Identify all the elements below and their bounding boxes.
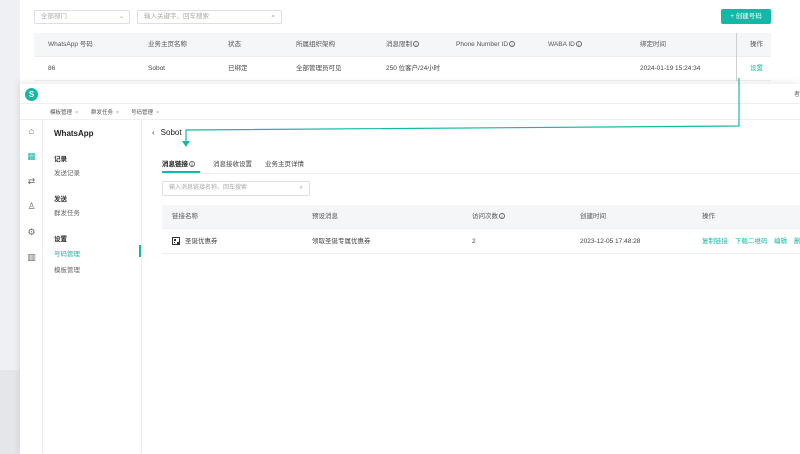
tab-template-mgmt[interactable]: 模板管理 × xyxy=(50,108,78,116)
number-search-input[interactable]: 输入关键字、回车搜索 ⌕ xyxy=(137,10,282,24)
column-header-text: Phone Number ID xyxy=(456,41,509,48)
column-header: 绑定时间 xyxy=(640,41,666,48)
column-header: 预设消息 xyxy=(312,213,338,220)
app-logo: S xyxy=(25,88,38,101)
delete-action[interactable]: 删 xyxy=(794,229,800,254)
close-icon[interactable]: × xyxy=(156,110,159,116)
cell-link-name: 圣诞优惠券 xyxy=(172,229,218,254)
download-qr-action[interactable]: 下载二维码 xyxy=(735,229,768,254)
department-select-value: 全部部门 xyxy=(41,13,67,20)
cell-limit: 250 位客户/24小时 xyxy=(386,65,441,72)
operation-column-highlight xyxy=(736,33,771,81)
cell-created: 2023-12-05 17:48:28 xyxy=(580,238,641,245)
column-header: 状态 xyxy=(228,41,241,48)
link-name-text: 圣诞优惠券 xyxy=(185,238,218,245)
subnav-title: WhatsApp xyxy=(54,129,94,138)
subnav-group-record: 记录 xyxy=(54,156,67,163)
edit-action[interactable]: 编辑 xyxy=(774,229,787,254)
breadcrumb: ‹ Sobot xyxy=(152,128,182,137)
column-header: 访问次数 i xyxy=(472,205,505,229)
search-placeholder: 输入消息链接名称、回车搜索 xyxy=(169,185,248,191)
link-search-input[interactable]: 输入消息链接名称、回车搜索 ⌕ xyxy=(162,181,310,196)
department-select[interactable]: 全部部门 ⌄ xyxy=(34,10,130,24)
subnav-group-settings: 设置 xyxy=(54,236,67,243)
top-bar: S 者 xyxy=(20,84,800,104)
cell-preset-message: 领取圣诞专属优惠券 xyxy=(312,238,371,245)
background-number-management: 全部部门 ⌄ 输入关键字、回车搜索 ⌕ + 创建号码 WhatsApp 号码 业… xyxy=(20,0,800,84)
column-header: 业务主页名称 xyxy=(148,41,187,48)
tab-message-receive-settings[interactable]: 消息接收设置 xyxy=(213,158,252,168)
numbers-table: WhatsApp 号码 业务主页名称 状态 所属组织架构 消息限制 i Phone… xyxy=(34,33,771,81)
tab-label: 群发任务 xyxy=(91,110,114,116)
cell-bind-time: 2024-01-19 15:24:34 xyxy=(640,65,701,72)
background-edge xyxy=(0,370,20,454)
cell-page-name: Sobot xyxy=(148,65,165,72)
column-header-text: WABA ID xyxy=(548,41,575,48)
column-header-text: 消息限制 xyxy=(386,41,412,48)
column-header-text: 访问次数 xyxy=(472,213,498,220)
column-header: 所属组织架构 xyxy=(296,41,335,48)
info-icon[interactable]: i xyxy=(499,213,505,220)
book-icon[interactable]: ▥ xyxy=(26,252,37,263)
column-header: 消息限制 i xyxy=(386,33,419,57)
column-header: WABA ID i xyxy=(548,33,582,57)
search-icon: ⌕ xyxy=(299,185,303,191)
home-icon[interactable]: ⌂ xyxy=(26,126,37,137)
close-icon[interactable]: × xyxy=(116,110,119,116)
active-indicator xyxy=(139,245,141,257)
tab-label: 模板管理 xyxy=(50,110,73,116)
tab-mass-task[interactable]: 群发任务 × xyxy=(91,108,119,116)
cell-visits: 2 xyxy=(472,238,476,245)
column-header: 创建时间 xyxy=(580,213,606,220)
transfer-icon[interactable]: ⇄ xyxy=(26,176,37,187)
sub-navigation: WhatsApp 记录 发送记录 发送 群发任务 设置 号码管理 模板管理 xyxy=(43,120,142,454)
column-header: 链接名称 xyxy=(172,213,198,220)
page-title: Sobot xyxy=(160,128,182,137)
subnav-item-mass-task[interactable]: 群发任务 xyxy=(54,207,80,217)
user-icon[interactable]: ♙ xyxy=(26,201,37,212)
subnav-item-template-mgmt[interactable]: 模板管理 xyxy=(54,264,80,274)
cell-status: 已绑定 xyxy=(228,65,248,72)
cell-org: 全部管理员可见 xyxy=(296,65,342,72)
column-header: Phone Number ID i xyxy=(456,33,516,57)
copy-link-action[interactable]: 复制链接 xyxy=(702,229,728,254)
subnav-item-send-record[interactable]: 发送记录 xyxy=(54,167,80,177)
table-header: 链接名称 预设消息 访问次数 i 创建时间 操作 xyxy=(162,205,800,229)
subnav-group-send: 发送 xyxy=(54,196,67,203)
cell-number: 86 xyxy=(48,65,56,72)
search-icon: ⌕ xyxy=(271,13,275,20)
message-links-table: 链接名称 预设消息 访问次数 i 创建时间 操作 圣诞优惠券 领取圣诞专属优惠券 … xyxy=(162,205,800,254)
close-icon[interactable]: × xyxy=(75,110,78,116)
subnav-item-number-mgmt[interactable]: 号码管理 xyxy=(54,248,80,258)
search-placeholder: 输入关键字、回车搜索 xyxy=(144,13,209,20)
column-header: 操作 xyxy=(702,213,715,220)
table-row: 圣诞优惠券 领取圣诞专属优惠券 2 2023-12-05 17:48:28 复制… xyxy=(162,229,800,254)
column-header: WhatsApp 号码 xyxy=(48,41,93,48)
apps-icon[interactable]: ▦ xyxy=(26,151,37,162)
chevron-down-icon: ⌄ xyxy=(118,14,124,20)
tab-label: 号码管理 xyxy=(131,110,154,116)
table-row: 86 Sobot 已绑定 全部管理员可见 250 位客户/24小时 2024-0… xyxy=(34,57,771,81)
table-header: WhatsApp 号码 业务主页名称 状态 所属组织架构 消息限制 i Phone… xyxy=(34,33,771,57)
info-icon[interactable]: i xyxy=(413,41,419,48)
info-icon[interactable]: i xyxy=(575,41,582,48)
tab-business-page-detail[interactable]: 业务主页详情 xyxy=(265,158,304,168)
tab-number-mgmt[interactable]: 号码管理 × xyxy=(131,108,159,116)
back-arrow-icon[interactable]: ‹ xyxy=(152,128,155,137)
gear-icon[interactable]: ⚙ xyxy=(26,227,37,238)
tab-label: 消息链接 xyxy=(162,161,188,168)
overlay-number-detail: S 者 模板管理 × 群发任务 × 号码管理 × ⌂ ▦ ⇄ ♙ ⚙ ▥ WhatsA… xyxy=(20,84,800,454)
user-menu[interactable]: 者 xyxy=(794,89,800,98)
main-content: ‹ Sobot 消息链接 i 消息接收设置 业务主页详情 输入消息链接名称、回车搜索… xyxy=(142,120,800,454)
tab-message-links[interactable]: 消息链接 i xyxy=(162,158,195,168)
create-number-button[interactable]: + 创建号码 xyxy=(721,9,771,24)
qr-code-icon xyxy=(172,237,180,246)
info-icon[interactable]: i xyxy=(189,161,195,168)
divider xyxy=(162,173,800,174)
icon-sidebar: ⌂ ▦ ⇄ ♙ ⚙ ▥ xyxy=(20,120,43,454)
page-tab-strip: 模板管理 × 群发任务 × 号码管理 × xyxy=(20,104,800,120)
info-icon[interactable]: i xyxy=(509,41,516,48)
